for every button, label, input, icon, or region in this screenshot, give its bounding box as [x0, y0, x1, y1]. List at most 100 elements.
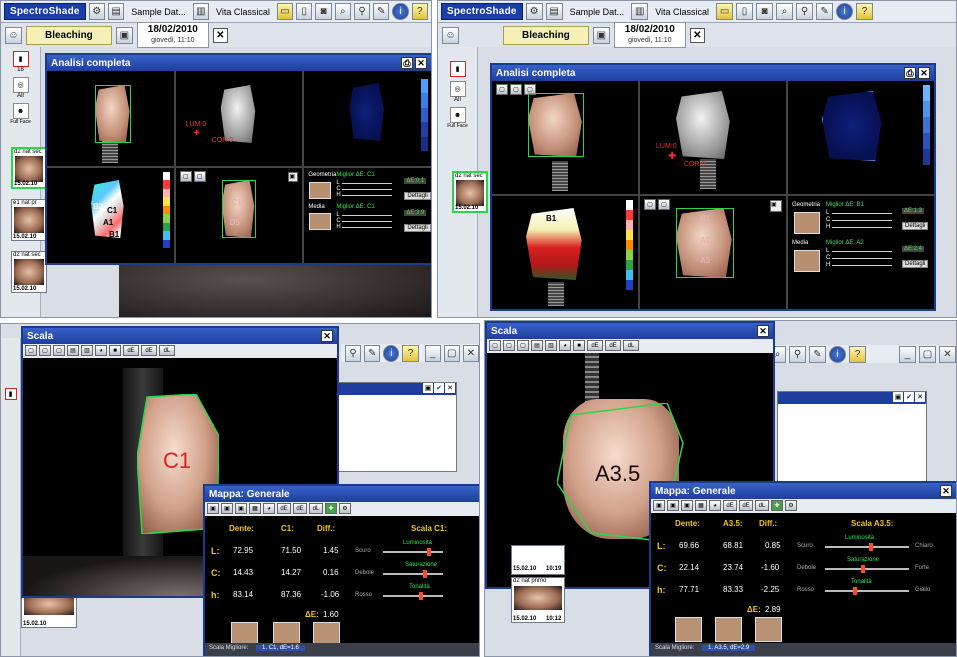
minimize-icon[interactable]: _: [899, 345, 916, 363]
zoom-icon[interactable]: ⌕: [776, 3, 794, 20]
settings-icon[interactable]: ⚙: [339, 503, 351, 514]
c-slider[interactable]: [342, 221, 393, 222]
print-icon[interactable]: ⎙: [401, 57, 413, 69]
export-icon[interactable]: ✚: [771, 500, 783, 511]
scala-title-bar[interactable]: Scala ✕: [23, 328, 337, 344]
map-tool-icon[interactable]: ▣: [653, 500, 665, 511]
mode-label[interactable]: Bleaching: [503, 25, 589, 45]
maximize-icon[interactable]: ▢: [443, 344, 460, 362]
de-tool[interactable]: dE: [123, 345, 139, 356]
region-tool-icon[interactable]: ▢: [179, 171, 192, 182]
map-tool-icon[interactable]: ▤: [531, 340, 543, 351]
maximize-icon[interactable]: ▢: [919, 345, 936, 363]
tonalita-knob[interactable]: [853, 587, 857, 595]
save-icon[interactable]: ▣: [423, 383, 433, 393]
de-tool[interactable]: dE: [293, 503, 307, 514]
map-tool-icon[interactable]: ▣: [667, 500, 679, 511]
view-tool-icon[interactable]: ▢: [510, 84, 522, 95]
help-icon[interactable]: ?: [856, 3, 874, 20]
thumbnail-3[interactable]: d2 nat sec 15.02.10: [11, 251, 47, 293]
help-icon[interactable]: ?: [849, 345, 866, 363]
saturazione-knob[interactable]: [423, 570, 427, 578]
dl-tool[interactable]: dL: [755, 500, 769, 511]
dl-tool[interactable]: dL: [159, 345, 175, 356]
c-slider[interactable]: [342, 189, 393, 190]
search-icon[interactable]: ⚲: [353, 3, 371, 20]
zoom-icon[interactable]: ⌕: [334, 3, 351, 20]
camera-icon[interactable]: ◙: [756, 3, 774, 20]
tooth-icon[interactable]: ▣: [592, 26, 610, 44]
search-icon[interactable]: ⚲: [789, 345, 806, 363]
dettagli-button[interactable]: Dettagli: [404, 224, 431, 232]
close-icon[interactable]: ✕: [915, 392, 925, 402]
de-tool[interactable]: dE: [739, 500, 753, 511]
de-tool[interactable]: dE: [723, 500, 737, 511]
all-teeth-icon[interactable]: ◎: [12, 77, 29, 93]
map-tool-icon[interactable]: ▣: [681, 500, 693, 511]
color-tool-icon[interactable]: ◕: [95, 345, 107, 356]
search-icon[interactable]: ⚲: [796, 3, 814, 20]
de-tool[interactable]: dE: [587, 340, 603, 351]
close-session-icon[interactable]: ✕: [689, 27, 705, 43]
chart-tool-icon[interactable]: ▥: [81, 345, 93, 356]
dot-tool-icon[interactable]: ■: [109, 345, 121, 356]
full-face-icon[interactable]: ☻: [449, 107, 466, 123]
chart-tool-icon[interactable]: ▥: [545, 340, 557, 351]
best-scale-value[interactable]: 1. C1, dE=1.6: [256, 645, 305, 651]
tooth-select-icon[interactable]: ▮: [12, 51, 29, 67]
help-icon[interactable]: ?: [402, 344, 419, 362]
h-slider[interactable]: [832, 227, 892, 228]
mappa-title-bar[interactable]: Mappa: Generale: [205, 486, 479, 502]
scala-title-bar[interactable]: Scala ✕: [487, 323, 773, 339]
lock-icon[interactable]: ▣: [770, 200, 782, 212]
region-tool-icon[interactable]: ▢: [193, 171, 206, 182]
close-icon[interactable]: ✕: [918, 67, 930, 79]
vita-icon[interactable]: ▥: [192, 3, 209, 20]
sample-icon[interactable]: ▤: [545, 3, 563, 20]
save-icon[interactable]: ▣: [893, 392, 903, 402]
dl-tool[interactable]: dL: [623, 340, 639, 351]
tooth-select-icon[interactable]: ▮: [449, 61, 466, 77]
print-icon[interactable]: ⎙: [904, 67, 916, 79]
help-icon[interactable]: ?: [411, 3, 428, 20]
color-tool-icon[interactable]: ◕: [263, 503, 275, 514]
sample-database-label[interactable]: Sample Dat...: [566, 7, 629, 17]
info-icon[interactable]: i: [836, 3, 854, 20]
confirm-icon[interactable]: ✔: [904, 392, 914, 402]
folder-icon[interactable]: ▭: [716, 3, 734, 20]
map-tool-icon[interactable]: ▣: [221, 503, 233, 514]
map-tool-icon[interactable]: ▤: [67, 345, 79, 356]
view-tool-icon[interactable]: ▢: [503, 340, 515, 351]
close-icon[interactable]: ✕: [940, 485, 952, 497]
region-tool-icon[interactable]: ▢: [658, 199, 670, 210]
search-icon[interactable]: ⚲: [345, 344, 362, 362]
l-slider[interactable]: [342, 183, 393, 184]
dettagli-button[interactable]: Dettagli: [404, 192, 431, 200]
lock-icon[interactable]: ▣: [288, 172, 299, 182]
thumbnail-bottom[interactable]: 15.02.10 10:19: [511, 545, 565, 575]
close-icon[interactable]: ✕: [321, 330, 333, 342]
patient-icon[interactable]: ☺: [5, 26, 22, 44]
camera-icon[interactable]: ◙: [315, 3, 332, 20]
mappa-title-bar[interactable]: Mappa: Generale ✕: [651, 483, 956, 499]
dettagli-button[interactable]: Dettagli: [902, 260, 929, 268]
info-icon[interactable]: i: [829, 345, 846, 363]
color-tool-icon[interactable]: ◕: [559, 340, 571, 351]
de-tool[interactable]: dE: [277, 503, 291, 514]
region-tool-icon[interactable]: ▢: [644, 199, 656, 210]
document-icon[interactable]: ▯: [296, 3, 313, 20]
map-tool-icon[interactable]: ▣: [235, 503, 247, 514]
folder-icon[interactable]: ▭: [276, 3, 294, 20]
tooth-icon[interactable]: ▣: [115, 26, 133, 44]
patient-icon[interactable]: ☺: [442, 26, 459, 44]
thumbnail-primo[interactable]: d2 nat primo 15.02.10 10:12: [511, 577, 565, 623]
view-tool-icon[interactable]: ▢: [25, 345, 37, 356]
h-slider[interactable]: [342, 195, 393, 196]
grid-tool-icon[interactable]: ▦: [695, 500, 707, 511]
confirm-icon[interactable]: ✔: [434, 383, 444, 393]
view-tool-icon[interactable]: ▢: [39, 345, 51, 356]
map-tool-icon[interactable]: ▣: [207, 503, 219, 514]
tooth-select-icon[interactable]: ▮: [4, 388, 17, 400]
thumbnail-1[interactable]: d2 nat sec 15.02.10: [452, 171, 488, 213]
h-slider[interactable]: [832, 265, 892, 266]
